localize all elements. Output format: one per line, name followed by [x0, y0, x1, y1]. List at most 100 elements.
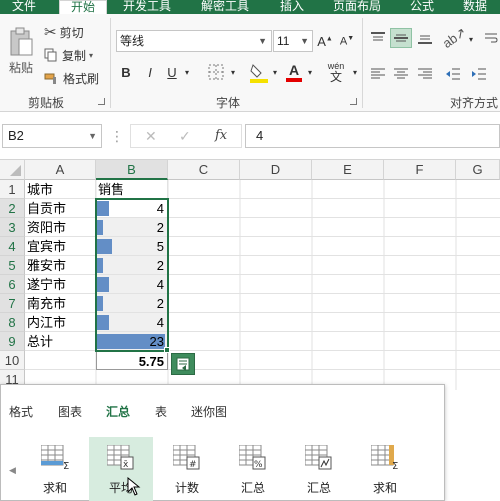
- qa-item-sum-columns[interactable]: Σ 求和: [353, 437, 417, 501]
- cut-button[interactable]: ✂ 剪切: [44, 22, 84, 42]
- row-header[interactable]: 4: [0, 237, 25, 256]
- align-center-button[interactable]: [390, 64, 412, 84]
- row-header[interactable]: 7: [0, 294, 25, 313]
- tab-decrypt[interactable]: 解密工具: [190, 0, 260, 14]
- cell-a9[interactable]: 总计: [25, 332, 96, 351]
- row-header[interactable]: 5: [0, 256, 25, 275]
- insert-function-button[interactable]: fx: [215, 128, 227, 143]
- qa-item-count[interactable]: # 计数: [155, 437, 219, 501]
- qa-item-sum[interactable]: Σ 求和: [23, 437, 87, 501]
- increase-font-size-button[interactable]: A▲: [316, 31, 334, 51]
- column-header-d[interactable]: D: [240, 160, 312, 180]
- cell-a7[interactable]: 南充市: [25, 294, 96, 313]
- column-header-f[interactable]: F: [384, 160, 456, 180]
- column-header-g[interactable]: G: [456, 160, 500, 180]
- font-name-select[interactable]: 等线 ▼: [116, 30, 272, 52]
- column-header-e[interactable]: E: [312, 160, 384, 180]
- scroll-left-icon[interactable]: ◀: [9, 465, 16, 476]
- cell-a1[interactable]: 城市: [25, 180, 96, 199]
- cell-b2[interactable]: 4: [96, 199, 168, 218]
- increase-indent-button[interactable]: [468, 64, 490, 84]
- qa-item-percent-total[interactable]: % 汇总: [221, 437, 285, 501]
- tab-file[interactable]: 文件: [0, 0, 48, 14]
- align-middle-icon: [394, 34, 408, 42]
- cell-a8[interactable]: 内江市: [25, 313, 96, 332]
- cell-a6[interactable]: 遂宁市: [25, 275, 96, 294]
- cell-b4[interactable]: 5: [96, 237, 168, 256]
- tab-developer[interactable]: 开发工具: [112, 0, 182, 14]
- decrease-indent-button[interactable]: [442, 64, 464, 84]
- italic-button[interactable]: I: [142, 62, 158, 82]
- row-header[interactable]: 8: [0, 313, 25, 332]
- underline-button[interactable]: U: [164, 62, 180, 82]
- copy-button[interactable]: 复制 ▾: [44, 45, 93, 65]
- bold-button[interactable]: B: [118, 62, 134, 82]
- qa-tab-formatting[interactable]: 格式: [9, 403, 33, 420]
- row-header[interactable]: 10: [0, 351, 25, 370]
- format-painter-button[interactable]: 格式刷: [44, 68, 99, 88]
- font-size-select[interactable]: 11 ▼: [273, 30, 313, 52]
- row-header[interactable]: 9: [0, 332, 25, 351]
- row-header[interactable]: 2: [0, 199, 25, 218]
- cell-a3[interactable]: 资阳市: [25, 218, 96, 237]
- qa-item-running-total[interactable]: 汇总: [287, 437, 351, 501]
- paste-button[interactable]: 粘贴: [5, 20, 37, 82]
- cell-b9[interactable]: 23: [96, 332, 168, 351]
- chevron-down-icon[interactable]: ▾: [182, 63, 192, 81]
- chevron-down-icon[interactable]: ▾: [89, 51, 93, 60]
- align-top-button[interactable]: [367, 28, 389, 48]
- cell-a4[interactable]: 宜宾市: [25, 237, 96, 256]
- chevron-down-icon[interactable]: ▾: [305, 63, 315, 81]
- cut-label: 剪切: [59, 25, 84, 40]
- align-bottom-button[interactable]: [414, 28, 436, 48]
- cell-b6[interactable]: 4: [96, 275, 168, 294]
- enter-icon[interactable]: ✓: [179, 128, 191, 145]
- column-header-a[interactable]: A: [25, 160, 96, 180]
- row-header[interactable]: 3: [0, 218, 25, 237]
- orientation-button[interactable]: ab↗: [440, 24, 469, 51]
- tab-home[interactable]: 开始: [59, 0, 107, 14]
- quick-analysis-button[interactable]: [171, 353, 195, 375]
- cell-a5[interactable]: 雅安市: [25, 256, 96, 275]
- fill-color-button[interactable]: [248, 60, 270, 84]
- column-header-b[interactable]: B: [96, 160, 168, 180]
- chevron-down-icon[interactable]: ▾: [270, 63, 280, 81]
- clipboard-launcher-icon[interactable]: [98, 98, 105, 105]
- font-color-button[interactable]: A: [283, 60, 305, 84]
- name-box[interactable]: B2 ▼: [2, 124, 102, 148]
- cell-b8[interactable]: 4: [96, 313, 168, 332]
- chevron-down-icon[interactable]: ▾: [466, 31, 476, 47]
- align-middle-button[interactable]: [390, 28, 412, 48]
- tab-page-layout[interactable]: 页面布局: [322, 0, 392, 14]
- row-header[interactable]: 1: [0, 180, 25, 199]
- decrease-font-size-button[interactable]: A▼: [338, 31, 356, 51]
- select-all-corner[interactable]: [0, 160, 25, 180]
- align-left-button[interactable]: [367, 64, 389, 84]
- cell-b10[interactable]: 5.75: [96, 351, 168, 370]
- borders-button[interactable]: [205, 62, 227, 82]
- row-header[interactable]: 6: [0, 275, 25, 294]
- cell-a2[interactable]: 自贡市: [25, 199, 96, 218]
- chevron-down-icon[interactable]: ▾: [350, 63, 360, 81]
- column-header-c[interactable]: C: [168, 160, 240, 180]
- cell-b1[interactable]: 销售: [96, 180, 168, 199]
- fill-handle[interactable]: [164, 347, 170, 353]
- wrap-text-button[interactable]: [482, 28, 500, 48]
- cancel-icon[interactable]: ✕: [145, 128, 157, 145]
- qa-tab-sparklines[interactable]: 迷你图: [191, 403, 227, 420]
- tab-formulas[interactable]: 公式: [398, 0, 446, 14]
- tab-insert[interactable]: 插入: [268, 0, 316, 14]
- qa-tab-tables[interactable]: 表: [155, 403, 167, 420]
- tab-data[interactable]: 数据: [450, 0, 500, 14]
- formula-input[interactable]: 4: [245, 124, 500, 148]
- cell-b5[interactable]: 2: [96, 256, 168, 275]
- align-right-button[interactable]: [414, 64, 436, 84]
- phonetic-button[interactable]: wén 文: [322, 60, 350, 84]
- qa-tab-totals[interactable]: 汇总: [106, 403, 130, 420]
- font-launcher-icon[interactable]: [350, 98, 357, 105]
- chevron-down-icon[interactable]: ▾: [228, 63, 238, 81]
- qa-item-average[interactable]: x̄ 平均: [89, 437, 153, 501]
- cell-b3[interactable]: 2: [96, 218, 168, 237]
- cell-b7[interactable]: 2: [96, 294, 168, 313]
- qa-tab-charts[interactable]: 图表: [58, 403, 82, 420]
